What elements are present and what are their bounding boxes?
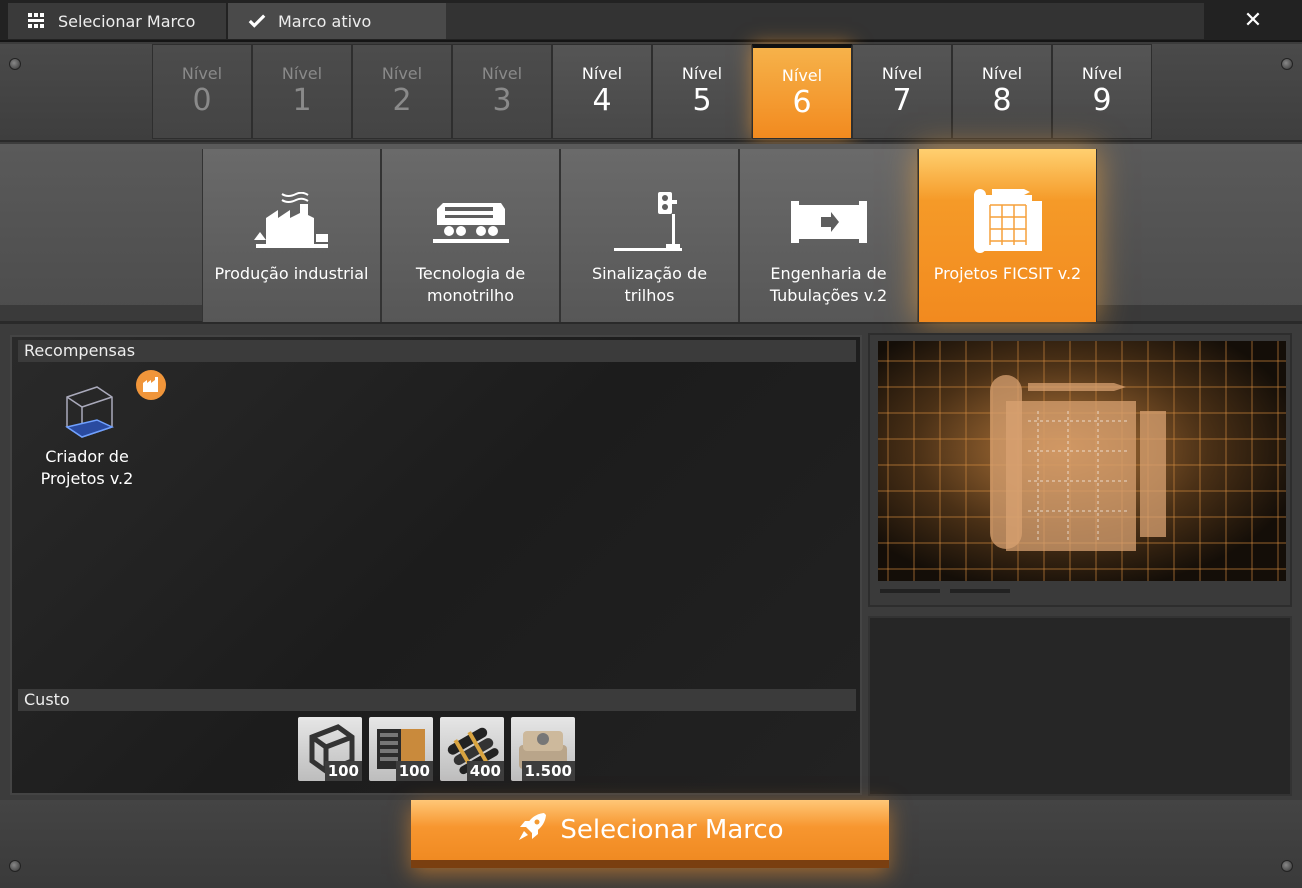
cost-item[interactable]: 400 bbox=[440, 717, 504, 781]
preview-slot[interactable] bbox=[950, 589, 1010, 593]
cost-quantity: 400 bbox=[466, 761, 504, 781]
rocket-icon bbox=[516, 811, 548, 850]
tier-8[interactable]: Nível 8 bbox=[952, 44, 1052, 139]
milestone-label: Projetos FICSIT v.2 bbox=[933, 264, 1082, 283]
train-icon bbox=[426, 187, 516, 257]
cost-item[interactable]: 1.500 bbox=[511, 717, 575, 781]
tier-number: 4 bbox=[592, 83, 612, 118]
tier-label: Nível bbox=[381, 64, 423, 83]
cost-quantity: 1.500 bbox=[521, 761, 575, 781]
tier-1[interactable]: Nível 1 bbox=[252, 44, 352, 139]
grid-icon bbox=[28, 12, 46, 30]
signal-icon bbox=[605, 187, 695, 257]
top-bar: Selecionar Marco Marco ativo ✕ bbox=[0, 0, 1302, 42]
checkmark-icon bbox=[248, 12, 266, 30]
tier-label: Nível bbox=[581, 64, 623, 83]
tier-5[interactable]: Nível 5 bbox=[652, 44, 752, 139]
tier-number: 7 bbox=[892, 83, 912, 118]
factory-icon bbox=[247, 187, 337, 257]
blueprint-icon bbox=[963, 187, 1053, 257]
tier-label: Nível bbox=[781, 65, 823, 85]
tier-number: 1 bbox=[292, 83, 312, 118]
tier-label: Nível bbox=[981, 64, 1023, 83]
tier-9[interactable]: Nível 9 bbox=[1052, 44, 1152, 139]
select-milestone-button[interactable]: Selecionar Marco bbox=[411, 800, 889, 868]
description-panel bbox=[868, 616, 1292, 796]
tier-number: 5 bbox=[692, 83, 712, 118]
reward-label: Criador de Projetos v.2 bbox=[40, 447, 134, 488]
tab-active-label: Marco ativo bbox=[278, 11, 372, 31]
tier-3[interactable]: Nível 3 bbox=[452, 44, 552, 139]
tab-select-milestone[interactable]: Selecionar Marco bbox=[8, 3, 226, 39]
reward-item[interactable]: Criador de Projetos v.2 bbox=[32, 370, 166, 490]
pipe-icon bbox=[784, 187, 874, 257]
blueprint-preview-icon bbox=[878, 341, 1286, 581]
tier-number: 8 bbox=[992, 83, 1012, 118]
select-milestone-label: Selecionar Marco bbox=[560, 815, 784, 845]
cost-item[interactable]: 100 bbox=[369, 717, 433, 781]
milestone-details-panel: Recompensas Criador de Projetos v.2 Cust… bbox=[10, 335, 862, 795]
milestone-preview bbox=[878, 341, 1286, 581]
milestone-ficsit-blueprints[interactable]: Projetos FICSIT v.2 bbox=[918, 149, 1097, 322]
blueprint-designer-icon bbox=[52, 372, 122, 442]
preview-slot[interactable] bbox=[880, 589, 940, 593]
tier-number: 6 bbox=[792, 84, 812, 120]
cost-list: 100 100 400 1.500 bbox=[298, 717, 575, 781]
milestone-rail-signals[interactable]: Sinalização de trilhos bbox=[560, 149, 739, 322]
tab-active-milestone[interactable]: Marco ativo bbox=[228, 3, 446, 39]
milestone-strip: Produção industrial Tecnologia de monotr… bbox=[0, 144, 1302, 324]
milestone-industrial-production[interactable]: Produção industrial bbox=[202, 149, 381, 322]
screw-icon bbox=[9, 58, 21, 70]
tier-label: Nível bbox=[181, 64, 223, 83]
tier-label: Nível bbox=[881, 64, 923, 83]
milestone-label: Produção industrial bbox=[214, 264, 369, 283]
tier-6[interactable]: Nível 6 bbox=[752, 44, 852, 139]
milestone-monorail[interactable]: Tecnologia de monotrilho bbox=[381, 149, 560, 322]
tier-number: 3 bbox=[492, 83, 512, 118]
tier-4[interactable]: Nível 4 bbox=[552, 44, 652, 139]
tab-select-label: Selecionar Marco bbox=[58, 11, 196, 31]
cost-header: Custo bbox=[18, 689, 856, 711]
tier-label: Nível bbox=[1081, 64, 1123, 83]
milestone-label: Tecnologia de monotrilho bbox=[415, 264, 526, 305]
milestone-label: Engenharia de Tubulações v.2 bbox=[769, 264, 888, 305]
close-icon: ✕ bbox=[1243, 7, 1263, 33]
preview-frame bbox=[868, 333, 1292, 607]
tier-number: 2 bbox=[392, 83, 412, 118]
screw-icon bbox=[1281, 860, 1293, 872]
milestone-pipeline-engineering[interactable]: Engenharia de Tubulações v.2 bbox=[739, 149, 918, 322]
tier-number: 0 bbox=[192, 83, 212, 118]
tier-strip: Nível 0 Nível 1 Nível 2 Nível 3 Nível 4 Nível… bbox=[0, 44, 1302, 142]
milestone-list: Produção industrial Tecnologia de monotr… bbox=[202, 149, 1097, 322]
cost-item[interactable]: 100 bbox=[298, 717, 362, 781]
rewards-header: Recompensas bbox=[18, 340, 856, 362]
tier-label: Nível bbox=[481, 64, 523, 83]
factory-badge-icon bbox=[136, 370, 166, 400]
cost-quantity: 100 bbox=[324, 761, 362, 781]
tier-0[interactable]: Nível 0 bbox=[152, 44, 252, 139]
screw-icon bbox=[9, 860, 21, 872]
milestone-label: Sinalização de trilhos bbox=[591, 264, 708, 305]
preview-slots bbox=[880, 589, 1010, 593]
tier-label: Nível bbox=[681, 64, 723, 83]
tier-list: Nível 0 Nível 1 Nível 2 Nível 3 Nível 4 Nível… bbox=[152, 44, 1152, 139]
close-button[interactable]: ✕ bbox=[1204, 0, 1302, 40]
tier-7[interactable]: Nível 7 bbox=[852, 44, 952, 139]
tab-bar-fill bbox=[446, 3, 1204, 39]
cost-quantity: 100 bbox=[395, 761, 433, 781]
tier-number: 9 bbox=[1092, 83, 1112, 118]
tier-label: Nível bbox=[281, 64, 323, 83]
tier-2[interactable]: Nível 2 bbox=[352, 44, 452, 139]
screw-icon bbox=[1281, 58, 1293, 70]
